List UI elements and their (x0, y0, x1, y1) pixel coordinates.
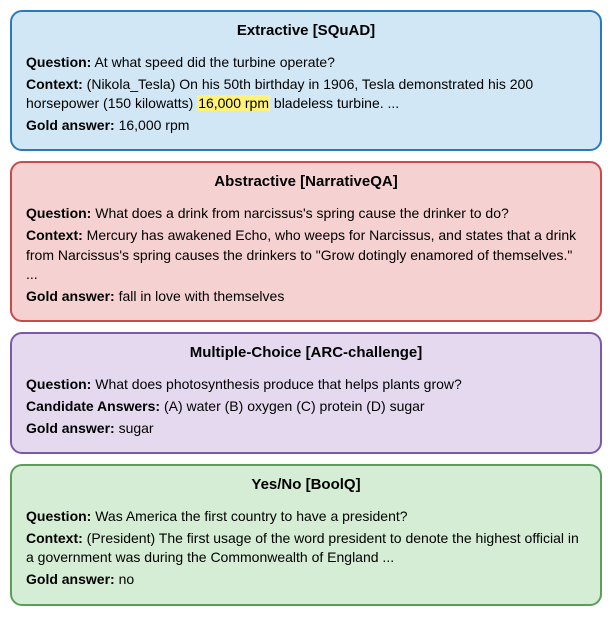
card-title-abstractive: Abstractive [NarrativeQA] (26, 173, 586, 190)
card-title-mc: Multiple-Choice [ARC-challenge] (26, 344, 586, 361)
context-label: Context: (26, 530, 83, 546)
context-row: Context: (Nikola_Tesla) On his 50th birt… (26, 75, 586, 114)
gold-text: fall in love with themselves (119, 288, 285, 304)
question-row: Question: What does photosynthesis produ… (26, 375, 586, 395)
candidate-text: (A) water (B) oxygen (C) protein (D) sug… (164, 398, 425, 414)
context-label: Context: (26, 227, 83, 243)
card-yesno: Yes/No [BoolQ] Question: Was America the… (10, 464, 602, 605)
question-text: At what speed did the turbine operate? (94, 54, 335, 70)
context-row: Context: Mercury has awakened Echo, who … (26, 226, 586, 285)
context-highlight: 16,000 rpm (197, 95, 270, 111)
question-row: Question: What does a drink from narciss… (26, 204, 586, 224)
gold-label: Gold answer: (26, 117, 115, 133)
gold-row: Gold answer: no (26, 570, 586, 590)
question-text: Was America the first country to have a … (95, 508, 407, 524)
card-abstractive: Abstractive [NarrativeQA] Question: What… (10, 161, 602, 322)
card-title-yesno: Yes/No [BoolQ] (26, 476, 586, 493)
context-text: (President) The first usage of the word … (26, 530, 579, 566)
card-multiple-choice: Multiple-Choice [ARC-challenge] Question… (10, 332, 602, 454)
question-text: What does photosynthesis produce that he… (95, 376, 462, 392)
gold-label: Gold answer: (26, 420, 115, 436)
context-text: Mercury has awakened Echo, who weeps for… (26, 227, 576, 282)
question-label: Question: (26, 54, 91, 70)
context-row: Context: (President) The first usage of … (26, 529, 586, 568)
gold-row: Gold answer: sugar (26, 419, 586, 439)
gold-text: 16,000 rpm (119, 117, 190, 133)
question-label: Question: (26, 508, 91, 524)
gold-label: Gold answer: (26, 571, 115, 587)
question-label: Question: (26, 205, 91, 221)
gold-row: Gold answer: fall in love with themselve… (26, 287, 586, 307)
question-label: Question: (26, 376, 91, 392)
candidate-row: Candidate Answers: (A) water (B) oxygen … (26, 397, 586, 417)
question-text: What does a drink from narcissus's sprin… (95, 205, 509, 221)
context-label: Context: (26, 76, 83, 92)
gold-label: Gold answer: (26, 288, 115, 304)
card-extractive: Extractive [SQuAD] Question: At what spe… (10, 10, 602, 151)
context-post: bladeless turbine. ... (270, 95, 399, 111)
card-title-extractive: Extractive [SQuAD] (26, 22, 586, 39)
question-row: Question: Was America the first country … (26, 507, 586, 527)
gold-row: Gold answer: 16,000 rpm (26, 116, 586, 136)
candidate-label: Candidate Answers: (26, 398, 160, 414)
question-row: Question: At what speed did the turbine … (26, 53, 586, 73)
gold-text: no (119, 571, 135, 587)
gold-text: sugar (119, 420, 154, 436)
